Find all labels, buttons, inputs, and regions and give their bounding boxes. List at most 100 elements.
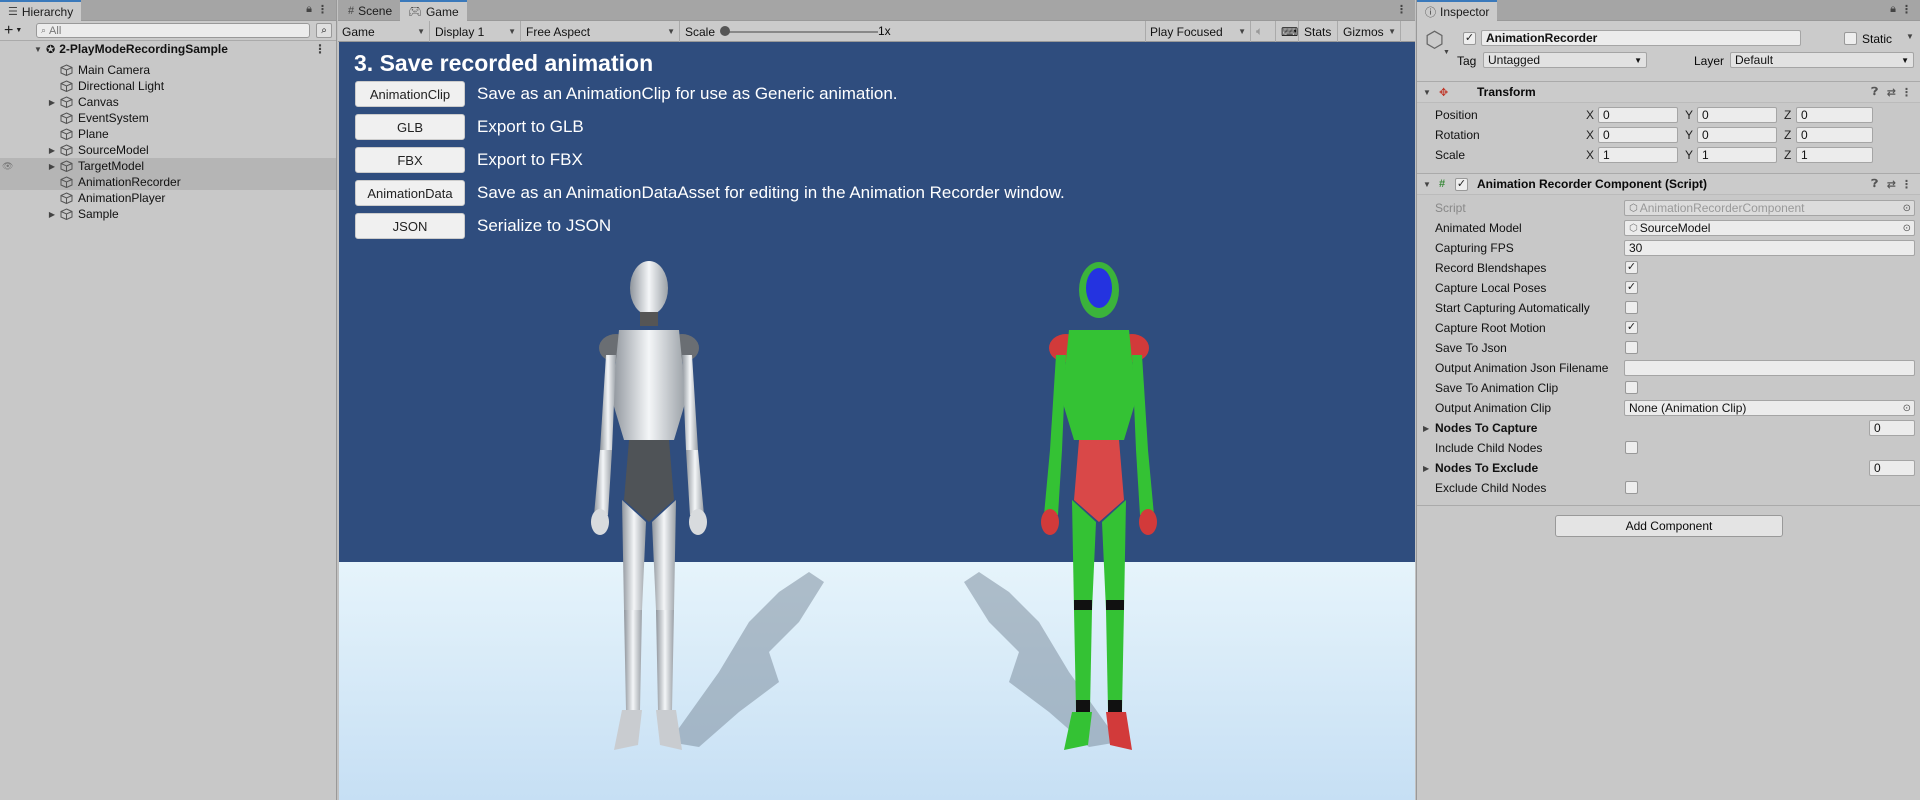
hierarchy-item-label: AnimationPlayer — [78, 191, 166, 205]
play-focused-dropdown[interactable]: Play Focused ▼ — [1145, 21, 1251, 42]
expand-arrow-icon[interactable]: ▶ — [1423, 424, 1429, 433]
component-menu-icon[interactable]: ⋮ — [1901, 86, 1912, 99]
hierarchy-item[interactable]: EventSystem — [0, 110, 336, 126]
object-picker-icon[interactable]: ⊙ — [1903, 403, 1911, 414]
component-field[interactable]: None (Animation Clip) ⊙ — [1624, 400, 1915, 416]
component-field-value: None (Animation Clip) — [1629, 401, 1747, 415]
lock-icon[interactable]: 🔒︎ — [1890, 3, 1896, 16]
component-checkbox[interactable]: ✓ — [1625, 321, 1638, 334]
transform-header[interactable]: ▼ ✥ Transform ❓︎ ⇄ ⋮ — [1417, 81, 1920, 103]
component-menu-icon[interactable]: ⋮ — [1901, 178, 1912, 191]
component-field[interactable] — [1624, 360, 1915, 376]
scene-menu-icon[interactable]: ⋮ — [314, 42, 326, 56]
hierarchy-search-input[interactable]: ⌕ All — [36, 23, 310, 38]
component-checkbox[interactable]: ✓ — [1625, 281, 1638, 294]
expand-arrow-icon[interactable]: ▼ — [1423, 180, 1431, 189]
lock-icon[interactable]: 🔒︎ — [306, 3, 312, 16]
game-action-button[interactable]: AnimationClip — [355, 81, 465, 107]
expand-arrow-icon[interactable]: ▼ — [32, 45, 44, 54]
component-field[interactable]: ⬡ SourceModel ⊙ — [1624, 220, 1915, 236]
visibility-eye-icon[interactable]: 👁︎ — [2, 161, 13, 172]
component-enabled-checkbox[interactable]: ✓ — [1455, 178, 1468, 191]
tab-game[interactable]: 🎮︎ Game — [400, 0, 467, 21]
hierarchy-item[interactable]: Directional Light — [0, 78, 336, 94]
static-checkbox[interactable] — [1844, 32, 1857, 45]
gameobject-cube-icon — [60, 176, 74, 189]
object-picker-icon[interactable]: ⊙ — [1903, 203, 1911, 214]
transform-x-field[interactable]: 1 — [1598, 147, 1678, 163]
transform-z-field[interactable]: 0 — [1796, 107, 1873, 123]
component-checkbox[interactable] — [1625, 441, 1638, 454]
stats-label: Stats — [1304, 24, 1332, 39]
object-active-checkbox[interactable]: ✓ — [1463, 32, 1476, 45]
expand-arrow-icon[interactable]: ▶ — [46, 146, 58, 155]
game-action-button[interactable]: AnimationData — [355, 180, 465, 206]
hierarchy-item[interactable]: Main Camera — [0, 62, 336, 78]
expand-arrow-icon[interactable]: ▶ — [46, 98, 58, 107]
hierarchy-item-label: Canvas — [78, 95, 119, 109]
array-size-field[interactable]: 0 — [1869, 460, 1915, 476]
hierarchy-item[interactable]: 👁︎ ▶ TargetModel — [0, 158, 336, 174]
transform-z-field[interactable]: 0 — [1796, 127, 1873, 143]
tab-inspector[interactable]: ⓘ Inspector — [1417, 0, 1498, 21]
panel-menu-icon[interactable]: ⋮ — [1901, 3, 1912, 16]
component-checkbox[interactable] — [1625, 341, 1638, 354]
hierarchy-item[interactable]: AnimationPlayer — [0, 190, 336, 206]
shortcuts-button[interactable]: ⌨ — [1277, 21, 1299, 42]
hierarchy-item[interactable]: ▶ Canvas — [0, 94, 336, 110]
scene-row[interactable]: ▼ ✪ 2-PlayModeRecordingSample ⋮ — [0, 41, 336, 57]
preset-icon[interactable]: ⇄ — [1887, 178, 1896, 191]
array-size-field[interactable]: 0 — [1869, 420, 1915, 436]
expand-arrow-icon[interactable]: ▶ — [1423, 464, 1429, 473]
display-dropdown[interactable]: Display 1 ▼ — [431, 21, 521, 42]
expand-arrow-icon[interactable]: ▼ — [1423, 88, 1431, 97]
component-header[interactable]: ▼ # ✓ Animation Recorder Component (Scri… — [1417, 173, 1920, 195]
game-mode-dropdown[interactable]: Game ▼ — [338, 21, 430, 42]
preset-icon[interactable]: ⇄ — [1887, 86, 1896, 99]
transform-z-field[interactable]: 1 — [1796, 147, 1873, 163]
layer-dropdown[interactable]: Default ▼ — [1730, 52, 1914, 68]
tab-scene[interactable]: # Scene — [340, 0, 400, 21]
colored-robot-model — [1041, 262, 1157, 750]
component-checkbox[interactable]: ✓ — [1625, 261, 1638, 274]
hierarchy-item[interactable]: ▶ SourceModel — [0, 142, 336, 158]
transform-x-field[interactable]: 0 — [1598, 107, 1678, 123]
component-checkbox[interactable] — [1625, 381, 1638, 394]
hierarchy-item[interactable]: ▶ Sample — [0, 206, 336, 222]
hierarchy-item[interactable]: AnimationRecorder — [0, 174, 336, 190]
object-name-field[interactable]: AnimationRecorder — [1481, 30, 1801, 46]
aspect-dropdown[interactable]: Free Aspect ▼ — [522, 21, 680, 42]
game-toolbar: Game ▼ Display 1 ▼ Free Aspect ▼ Scale 1… — [338, 21, 1415, 42]
help-icon[interactable]: ❓︎ — [1871, 86, 1878, 99]
mute-audio-button[interactable]: 🔈︎ — [1252, 21, 1276, 42]
panel-menu-icon[interactable]: ⋮ — [317, 3, 328, 16]
tag-dropdown[interactable]: Untagged ▼ — [1483, 52, 1647, 68]
transform-y-field[interactable]: 0 — [1697, 107, 1777, 123]
scale-slider-track[interactable] — [722, 31, 878, 33]
game-action-button[interactable]: FBX — [355, 147, 465, 173]
expand-arrow-icon[interactable]: ▶ — [46, 162, 58, 171]
component-checkbox[interactable] — [1625, 301, 1638, 314]
chevron-down-icon[interactable]: ▼ — [1906, 32, 1914, 41]
game-view[interactable]: 3. Save recorded animation AnimationClip… — [339, 42, 1415, 800]
transform-x-field[interactable]: 0 — [1598, 127, 1678, 143]
hierarchy-item[interactable]: Plane — [0, 126, 336, 142]
transform-y-field[interactable]: 1 — [1697, 147, 1777, 163]
expand-arrow-icon[interactable]: ▶ — [46, 210, 58, 219]
search-filter-button[interactable]: ⌕ — [316, 23, 332, 38]
object-picker-icon[interactable]: ⊙ — [1903, 223, 1911, 234]
panel-menu-icon[interactable]: ⋮ — [1396, 3, 1407, 16]
game-action-button[interactable]: GLB — [355, 114, 465, 140]
create-button[interactable]: + ▼ — [4, 22, 30, 40]
game-action-button[interactable]: JSON — [355, 213, 465, 239]
component-checkbox[interactable] — [1625, 481, 1638, 494]
stats-button[interactable]: Stats — [1300, 21, 1338, 42]
transform-row-label: Scale — [1435, 148, 1466, 162]
scale-slider-handle[interactable] — [720, 26, 730, 36]
tab-hierarchy[interactable]: ☰ Hierarchy — [0, 0, 82, 21]
transform-y-field[interactable]: 0 — [1697, 127, 1777, 143]
component-field[interactable]: 30 — [1624, 240, 1915, 256]
add-component-button[interactable]: Add Component — [1555, 515, 1783, 537]
gizmos-dropdown[interactable]: Gizmos ▼ — [1339, 21, 1401, 42]
help-icon[interactable]: ❓︎ — [1871, 178, 1878, 191]
